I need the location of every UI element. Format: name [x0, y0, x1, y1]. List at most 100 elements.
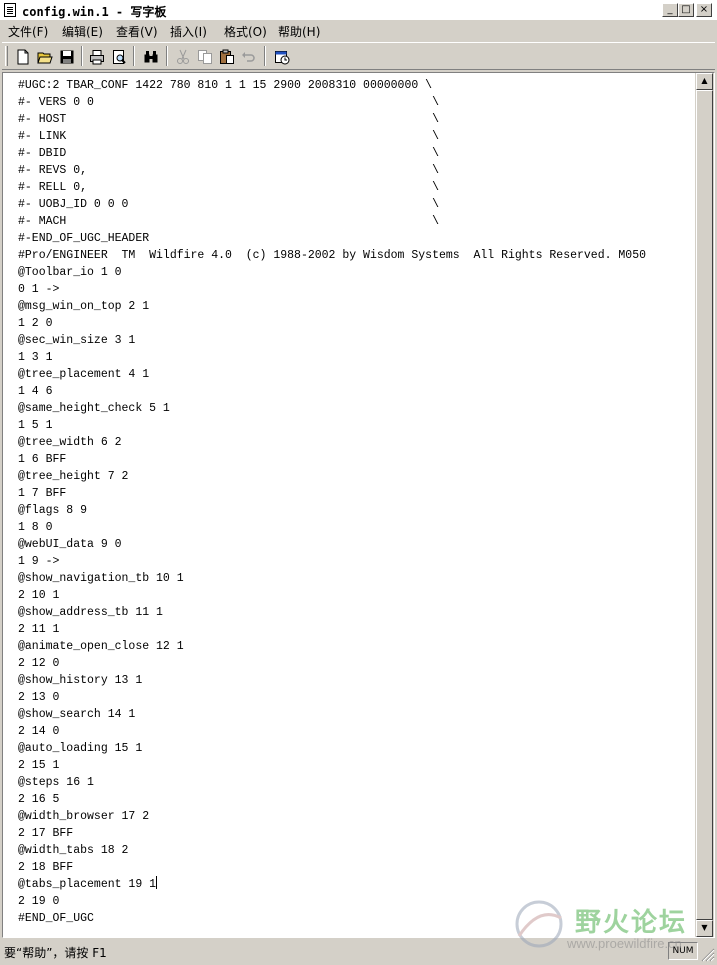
scroll-down-button[interactable]: ▼ — [696, 920, 713, 937]
document-line[interactable]: 1 3 1 — [18, 349, 646, 366]
menu-view[interactable]: 查看(V) — [116, 23, 158, 40]
menu-insert[interactable]: 插入(I) — [170, 23, 207, 40]
document-line[interactable]: 0 1 -> — [18, 281, 646, 298]
toolbar-separator — [133, 46, 135, 66]
document-line[interactable]: 1 7 BFF — [18, 485, 646, 502]
document-line[interactable]: @width_tabs 18 2 — [18, 842, 646, 859]
document-line[interactable]: 2 19 0 — [18, 893, 646, 910]
document-line[interactable]: @Toolbar_io 1 0 — [18, 264, 646, 281]
print-icon — [90, 49, 104, 64]
insert-datetime-button[interactable] — [271, 46, 293, 67]
document-line[interactable]: 1 5 1 — [18, 417, 646, 434]
scroll-up-button[interactable]: ▲ — [696, 73, 713, 90]
print-button[interactable] — [86, 46, 108, 67]
menu-format[interactable]: 格式(O) — [224, 23, 267, 40]
document-line[interactable]: 1 9 -> — [18, 553, 646, 570]
document-line[interactable]: @show_address_tb 11 1 — [18, 604, 646, 621]
toolbar-separator — [81, 46, 83, 66]
menu-help[interactable]: 帮助(H) — [278, 23, 320, 40]
copy-button[interactable] — [194, 46, 216, 67]
document-line[interactable]: 2 15 1 — [18, 757, 646, 774]
undo-button[interactable] — [238, 46, 260, 67]
open-folder-icon — [37, 52, 53, 63]
scroll-thumb[interactable] — [696, 90, 713, 920]
document-line[interactable]: @flags 8 9 — [18, 502, 646, 519]
save-button[interactable] — [56, 46, 78, 67]
document-line[interactable]: 2 18 BFF — [18, 859, 646, 876]
window-title: config.win.1 - 写字板 — [22, 5, 167, 19]
title-bar[interactable]: config.win.1 - 写字板 _ □ × — [0, 0, 717, 21]
document-line[interactable]: #- MACH \ — [18, 213, 646, 230]
document-line[interactable]: 1 6 BFF — [18, 451, 646, 468]
document-line[interactable]: @tree_width 6 2 — [18, 434, 646, 451]
document-line[interactable]: #- RELL 0, \ — [18, 179, 646, 196]
resize-grip-icon[interactable] — [701, 948, 715, 962]
menu-bar: 文件(F) 编辑(E) 查看(V) 插入(I) 格式(O) 帮助(H) — [0, 20, 717, 40]
document-line[interactable]: @show_navigation_tb 10 1 — [18, 570, 646, 587]
new-button[interactable] — [12, 46, 34, 67]
num-lock-indicator: NUM — [668, 942, 698, 960]
menu-file[interactable]: 文件(F) — [8, 23, 48, 40]
wordpad-window: config.win.1 - 写字板 _ □ × 文件(F) 编辑(E) 查看(… — [0, 0, 717, 965]
document-line[interactable]: 1 2 0 — [18, 315, 646, 332]
save-disk-icon — [60, 50, 74, 63]
document-line[interactable]: #- LINK \ — [18, 128, 646, 145]
print-preview-icon — [113, 49, 126, 64]
standard-toolbar — [2, 42, 715, 70]
document-line[interactable]: @steps 16 1 — [18, 774, 646, 791]
document-line[interactable]: @tree_placement 4 1 — [18, 366, 646, 383]
paste-button[interactable] — [216, 46, 238, 67]
menu-edit[interactable]: 编辑(E) — [62, 23, 103, 40]
document-line[interactable]: 1 4 6 — [18, 383, 646, 400]
document-line[interactable]: 2 16 5 — [18, 791, 646, 808]
document-line[interactable]: @auto_loading 15 1 — [18, 740, 646, 757]
document-line[interactable]: @msg_win_on_top 2 1 — [18, 298, 646, 315]
document-line[interactable]: #- UOBJ_ID 0 0 0 \ — [18, 196, 646, 213]
vertical-scrollbar[interactable]: ▲ ▼ — [696, 73, 713, 937]
document-line[interactable]: @webUI_data 9 0 — [18, 536, 646, 553]
toolbar-separator — [264, 46, 266, 66]
text-caret — [156, 876, 158, 889]
document-line[interactable]: 2 10 1 — [18, 587, 646, 604]
document-editor[interactable]: #UGC:2 TBAR_CONF 1422 780 810 1 1 15 290… — [3, 73, 695, 937]
document-line[interactable]: @show_search 14 1 — [18, 706, 646, 723]
document-line[interactable]: 2 12 0 — [18, 655, 646, 672]
document-line[interactable]: #- REVS 0, \ — [18, 162, 646, 179]
undo-icon — [242, 51, 255, 62]
document-line[interactable]: @sec_win_size 3 1 — [18, 332, 646, 349]
print-preview-button[interactable] — [108, 46, 130, 67]
document-line[interactable]: #Pro/ENGINEER TM Wildfire 4.0 (c) 1988-2… — [18, 247, 646, 264]
document-line[interactable]: #-END_OF_UGC_HEADER — [18, 230, 646, 247]
copy-icon — [198, 49, 212, 64]
insert-datetime-icon — [275, 50, 290, 64]
document-text[interactable]: #UGC:2 TBAR_CONF 1422 780 810 1 1 15 290… — [18, 77, 646, 927]
document-line[interactable]: #- DBID \ — [18, 145, 646, 162]
document-line[interactable]: @width_browser 17 2 — [18, 808, 646, 825]
find-binoculars-icon — [144, 50, 158, 62]
document-line[interactable]: @show_history 13 1 — [18, 672, 646, 689]
document-line[interactable]: @same_height_check 5 1 — [18, 400, 646, 417]
document-line[interactable]: #- HOST \ — [18, 111, 646, 128]
new-document-icon — [17, 49, 29, 64]
document-line[interactable]: 2 11 1 — [18, 621, 646, 638]
document-line[interactable]: @tree_height 7 2 — [18, 468, 646, 485]
find-button[interactable] — [140, 46, 162, 67]
document-line[interactable]: @animate_open_close 12 1 — [18, 638, 646, 655]
cut-scissors-icon — [177, 49, 189, 64]
toolbar-grip[interactable] — [5, 46, 8, 66]
document-line[interactable]: #UGC:2 TBAR_CONF 1422 780 810 1 1 15 290… — [18, 77, 646, 94]
document-line[interactable]: 2 13 0 — [18, 689, 646, 706]
paste-clipboard-icon — [220, 49, 234, 64]
document-line[interactable]: 1 8 0 — [18, 519, 646, 536]
document-line[interactable]: @tabs_placement 19 1 — [18, 876, 646, 893]
document-line[interactable]: 2 17 BFF — [18, 825, 646, 842]
document-line[interactable]: #- VERS 0 0 \ — [18, 94, 646, 111]
document-line[interactable]: 2 14 0 — [18, 723, 646, 740]
cut-button[interactable] — [172, 46, 194, 67]
open-button[interactable] — [34, 46, 56, 67]
document-line[interactable]: #END_OF_UGC — [18, 910, 646, 927]
minimize-button[interactable]: _ — [662, 3, 678, 17]
maximize-button[interactable]: □ — [678, 3, 694, 17]
status-help-text: 要“帮助”，请按 F1 — [4, 946, 107, 960]
close-button[interactable]: × — [696, 3, 712, 17]
